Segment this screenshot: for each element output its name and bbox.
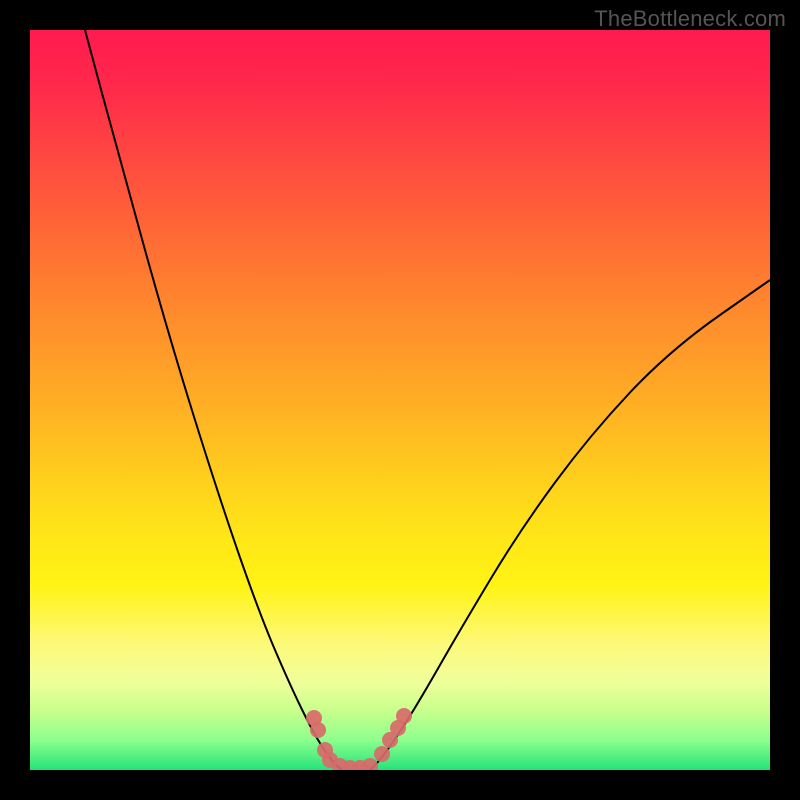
valley-dot bbox=[310, 722, 326, 738]
curve-overlay bbox=[30, 30, 770, 770]
watermark-label: TheBottleneck.com bbox=[594, 6, 786, 32]
valley-dot bbox=[374, 746, 390, 762]
valley-markers bbox=[306, 708, 412, 770]
plot-area bbox=[30, 30, 770, 770]
valley-dot bbox=[362, 758, 378, 770]
curve-right bbox=[370, 280, 770, 770]
chart-frame: TheBottleneck.com bbox=[0, 0, 800, 800]
curve-left bbox=[85, 30, 342, 770]
valley-dot bbox=[396, 708, 412, 724]
